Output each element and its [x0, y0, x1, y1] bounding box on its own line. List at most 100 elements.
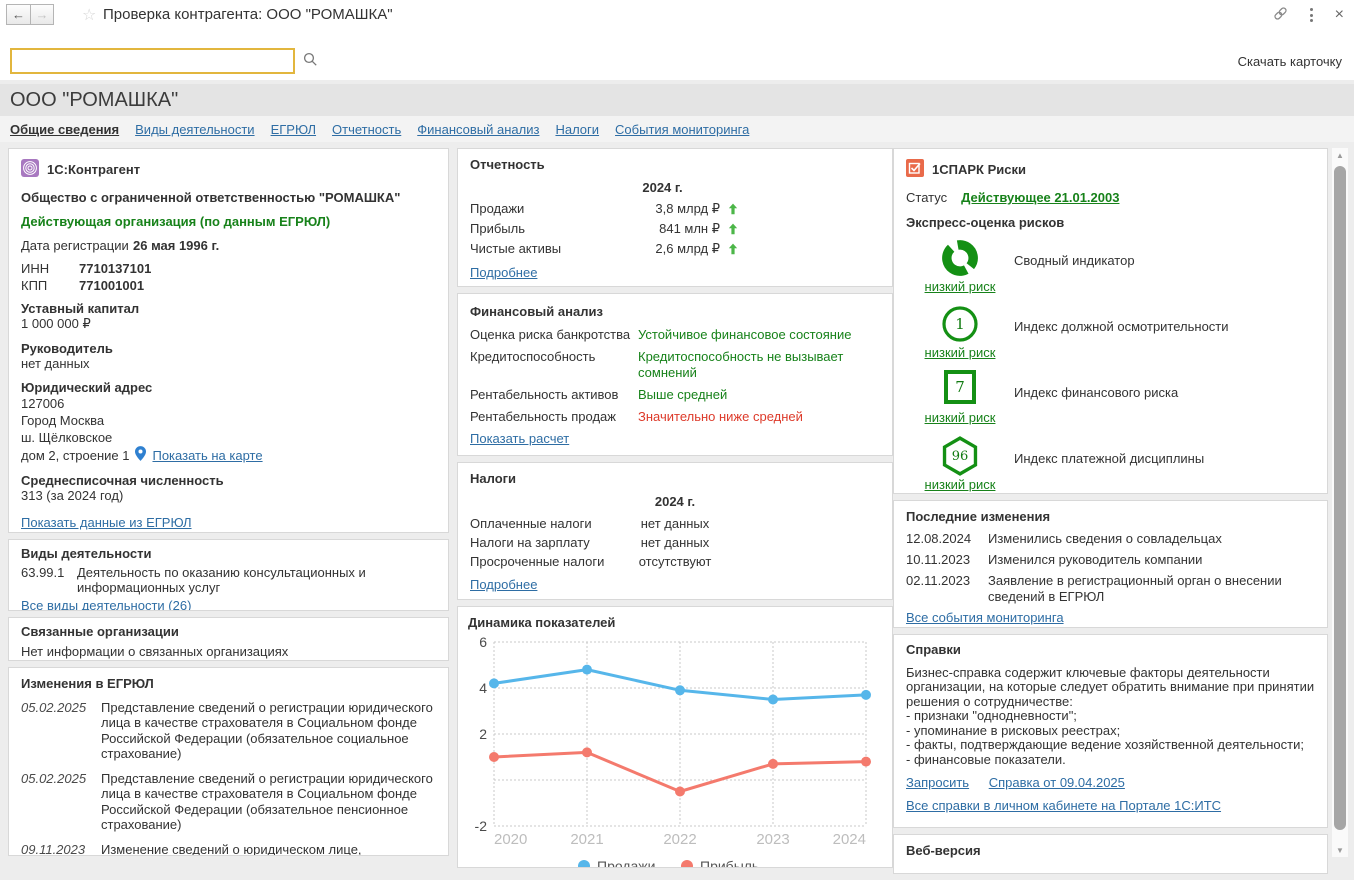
activity-code: 63.99.1 [21, 565, 77, 595]
tab-taxes[interactable]: Налоги [555, 122, 599, 137]
request-certificate-link[interactable]: Запросить [906, 775, 969, 790]
reporting-year: 2024 г. [470, 180, 720, 195]
event-date: 02.11.2023 [906, 573, 988, 605]
back-button[interactable]: ← [6, 4, 30, 25]
back-arrow-icon: ← [12, 7, 25, 22]
activity-description: Деятельность по оказанию консультационны… [77, 565, 436, 595]
window-titlebar: ← → ☆ Проверка контрагента: ООО "РОМАШКА… [0, 0, 1354, 30]
all-monitoring-events-link[interactable]: Все события мониторинга [906, 610, 1064, 625]
address-line: дом 2, строение 1 [21, 448, 129, 463]
dated-certificate-link[interactable]: Справка от 09.04.2025 [989, 775, 1125, 790]
event-text: Изменились сведения о совладельцах [988, 531, 1222, 547]
related-orgs-empty-text: Нет информации о связанных организациях [21, 644, 436, 659]
kpp-value: 771001001 [79, 278, 144, 293]
dynamics-chart-card: Динамика показателей 2020202120222023202… [457, 606, 893, 868]
close-icon[interactable]: × [1335, 8, 1344, 22]
tab-monitoring[interactable]: События мониторинга [615, 122, 749, 137]
main-content: 1С:Контрагент Общество с ограниченной от… [0, 142, 1354, 863]
table-row: Кредитоспособность Кредитоспособность не… [470, 349, 880, 381]
risk-indicator: 7 низкий риск Индекс финансового риска [906, 370, 1315, 432]
fin-row-value: Кредитоспособность не вызывает сомнений [638, 349, 880, 381]
get-link-icon[interactable] [1273, 6, 1288, 24]
spark-risks-card: 1СПАРК Риски Статус Действующее 21.01.20… [893, 148, 1328, 494]
fin-row-label: Рентабельность продаж [470, 409, 638, 425]
taxes-year: 2024 г. [470, 494, 730, 509]
tab-egrul[interactable]: ЕГРЮЛ [271, 122, 316, 137]
show-on-map-link[interactable]: Показать на карте [152, 448, 262, 463]
tab-general[interactable]: Общие сведения [10, 122, 119, 137]
table-row: Налоги на зарплату нет данных [470, 533, 880, 552]
event-date: 12.08.2024 [906, 531, 988, 547]
web-version-card: Веб-версия [893, 834, 1328, 874]
company-full-name: Общество с ограниченной ответственностью… [21, 190, 436, 205]
related-orgs-card: Связанные организации Нет информации о с… [8, 617, 449, 661]
show-egrul-data-link[interactable]: Показать данные из ЕГРЮЛ [21, 515, 192, 530]
tab-bar: Общие сведения Виды деятельности ЕГРЮЛ О… [0, 116, 1354, 142]
taxes-title: Налоги [470, 471, 880, 486]
scrollbar-thumb[interactable] [1334, 166, 1346, 830]
search-icon[interactable] [303, 52, 318, 70]
scroll-down-arrow[interactable]: ▼ [1332, 843, 1348, 857]
left-column: 1С:Контрагент Общество с ограниченной от… [8, 148, 449, 862]
right-column: 1СПАРК Риски Статус Действующее 21.01.20… [893, 148, 1328, 880]
tab-activities[interactable]: Виды деятельности [135, 122, 254, 137]
indicator-value: 96 [940, 436, 980, 476]
more-menu-icon[interactable] [1306, 7, 1317, 23]
portal-certificates-link[interactable]: Все справки в личном кабинете на Портале… [906, 798, 1221, 813]
taxes-more-link[interactable]: Подробнее [470, 577, 537, 592]
capital-value: 1 000 000 ₽ [21, 316, 436, 332]
table-row: Прибыль 841 млн ₽ [470, 219, 880, 239]
show-calculation-link[interactable]: Показать расчет [470, 431, 569, 446]
spark-app-icon [906, 159, 924, 180]
headcount-value: 313 (за 2024 год) [21, 488, 436, 503]
table-row: Просроченные налоги отсутствуют [470, 552, 880, 571]
download-card-button[interactable]: Скачать карточку [1238, 54, 1342, 69]
tax-row-value: отсутствуют [620, 552, 730, 571]
risk-level-link[interactable]: низкий риск [925, 410, 996, 425]
page-title: ООО "РОМАШКА" [10, 89, 178, 112]
svg-text:6: 6 [479, 634, 487, 650]
table-row: Рентабельность продаж Значительно ниже с… [470, 409, 880, 425]
change-date: 05.02.2025 [21, 771, 101, 833]
fin-analysis-title: Финансовый анализ [470, 304, 880, 319]
forward-button[interactable]: → [30, 4, 54, 25]
svg-text:2024: 2024 [833, 831, 866, 848]
change-text: Представление сведений о регистрации юри… [101, 771, 436, 833]
search-input[interactable] [10, 48, 295, 74]
nav-buttons: ← → [6, 4, 54, 25]
risk-level-link[interactable]: низкий риск [925, 279, 996, 294]
trend-up-icon [726, 202, 740, 216]
reporting-more-link[interactable]: Подробнее [470, 265, 537, 280]
address-line: 127006 [21, 395, 436, 412]
tab-fin-analysis[interactable]: Финансовый анализ [417, 122, 539, 137]
table-row: Чистые активы 2,6 млрд ₽ [470, 239, 880, 259]
tab-reporting[interactable]: Отчетность [332, 122, 401, 137]
scroll-up-arrow[interactable]: ▲ [1332, 148, 1348, 162]
tax-row-label: Просроченные налоги [470, 552, 620, 571]
indicator-label: Индекс финансового риска [1014, 370, 1178, 432]
svg-text:2022: 2022 [663, 831, 696, 848]
table-row: Рентабельность активов Выше средней [470, 387, 880, 403]
status-link[interactable]: Действующее 21.01.2003 [961, 190, 1119, 205]
favorite-star-icon[interactable]: ☆ [82, 5, 96, 25]
vertical-scrollbar[interactable]: ▲ ▼ [1332, 148, 1348, 857]
all-activities-link[interactable]: Все виды деятельности (26) [21, 598, 191, 611]
risk-indicator: низкий риск Сводный индикатор [906, 238, 1315, 300]
window-title: Проверка контрагента: ООО "РОМАШКА" [103, 6, 393, 23]
inn-label: ИНН [21, 261, 79, 276]
list-item: 02.11.2023 Заявление в регистрационный о… [906, 573, 1315, 605]
map-pin-icon [135, 446, 146, 464]
tax-row-label: Оплаченные налоги [470, 514, 620, 533]
status-label: Статус [906, 190, 947, 205]
certificates-title: Справки [906, 643, 1315, 658]
egrul-changes-card: Изменения в ЕГРЮЛ 05.02.2025 Представлен… [8, 667, 449, 856]
spark-app-title: 1СПАРК Риски [932, 162, 1026, 177]
financial-risk-square-icon: 7 [944, 370, 976, 404]
risk-level-link[interactable]: низкий риск [925, 345, 996, 360]
change-text: Представление сведений о регистрации юри… [101, 700, 436, 762]
summary-indicator-donut-icon [940, 238, 980, 278]
event-text: Заявление в регистрационный орган о внес… [988, 573, 1315, 605]
forward-arrow-icon: → [36, 7, 49, 22]
risk-level-link[interactable]: низкий риск [925, 477, 996, 492]
contragent-app-icon [21, 159, 39, 180]
